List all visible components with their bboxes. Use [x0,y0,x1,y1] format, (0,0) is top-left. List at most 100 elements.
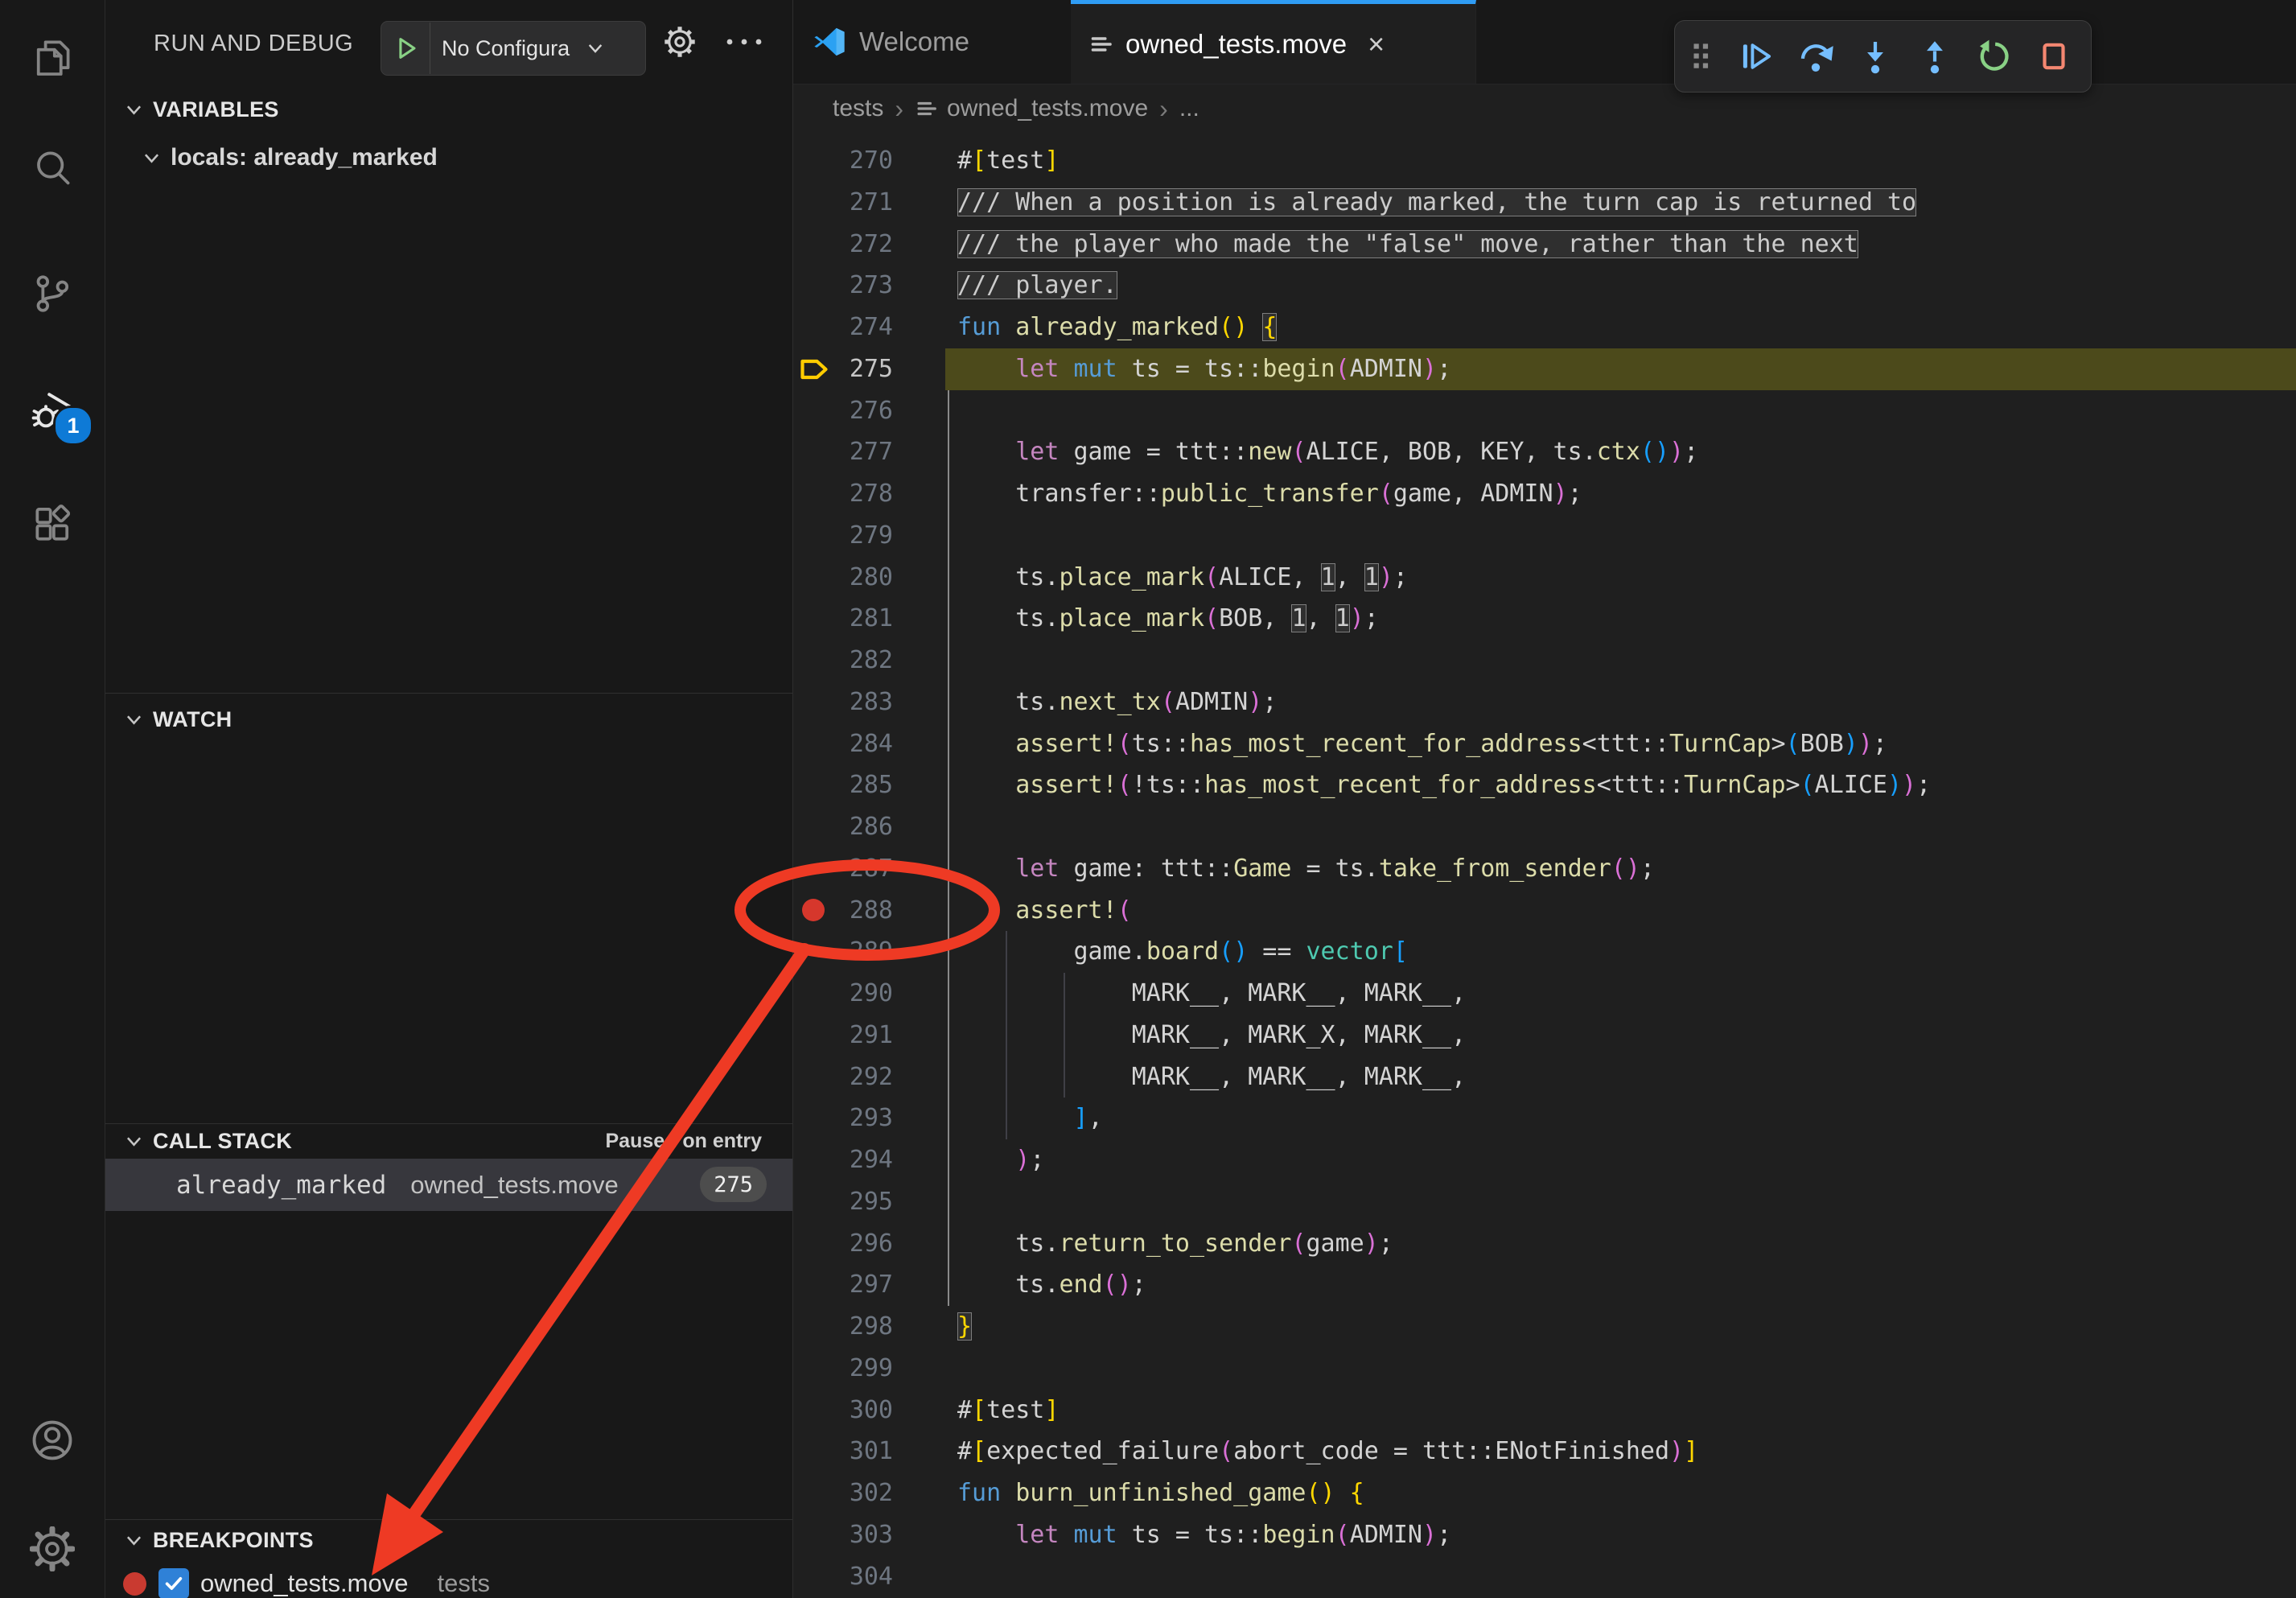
code-text[interactable]: /// When a position is already marked, t… [945,182,2296,224]
line-number[interactable]: 271 [850,182,893,224]
section-watch[interactable]: WATCH [105,698,792,740]
gutter[interactable]: 273 [793,265,945,307]
breadcrumb-file[interactable]: owned_tests.move [947,95,1148,122]
gutter[interactable]: 299 [793,1348,945,1390]
settings-gear-icon[interactable] [0,1501,105,1597]
line-number[interactable]: 296 [850,1223,893,1265]
gutter[interactable]: 278 [793,473,945,515]
gutter[interactable]: 291 [793,1015,945,1056]
line-number[interactable]: 295 [850,1181,893,1223]
start-debug-icon[interactable] [393,35,420,62]
code-text[interactable] [945,1348,2296,1390]
code-text[interactable]: assert!( [945,890,2296,932]
breakpoint-row[interactable]: owned_tests.move tests 288 [105,1559,792,1598]
line-number[interactable]: 283 [850,682,893,723]
section-call-stack[interactable]: CALL STACK Paused on entry [105,1124,792,1159]
code-text[interactable]: #[test] [945,140,2296,182]
code-text[interactable]: ts.next_tx(ADMIN); [945,682,2296,723]
line-number[interactable]: 299 [850,1348,893,1390]
variables-scope-row[interactable]: locals: already_marked [105,135,828,180]
code-text[interactable]: fun already_marked() { [945,307,2296,348]
step-out-button[interactable] [1905,21,1965,92]
code-text[interactable]: assert!(!ts::has_most_recent_for_address… [945,764,2296,806]
gutter[interactable]: 300 [793,1390,945,1431]
gutter[interactable]: 302 [793,1472,945,1514]
line-number[interactable]: 303 [850,1514,893,1556]
gutter[interactable]: 289 [793,931,945,973]
code-text[interactable]: } [945,1306,2296,1348]
stop-button[interactable] [2024,21,2084,92]
code-text[interactable] [945,1181,2296,1223]
line-number[interactable]: 292 [850,1056,893,1098]
line-number[interactable]: 294 [850,1139,893,1181]
gutter[interactable]: 270 [793,140,945,182]
gutter[interactable]: 281 [793,598,945,640]
line-number[interactable]: 274 [850,307,893,348]
debug-settings-gear-icon[interactable] [662,24,697,60]
launch-config-dropdown[interactable]: No Configura [381,21,646,76]
section-variables[interactable]: VARIABLES [105,89,792,130]
code-text[interactable]: MARK__, MARK_X, MARK__, [945,1015,2296,1056]
tab-owned-tests[interactable]: owned_tests.move × [1071,0,1476,84]
code-text[interactable]: MARK__, MARK__, MARK__, [945,973,2296,1015]
code-text[interactable]: game.board() == vector[ [945,931,2296,973]
line-number[interactable]: 272 [850,224,893,266]
restart-button[interactable] [1965,21,2024,92]
gutter[interactable]: 277 [793,431,945,473]
gutter[interactable]: 287 [793,848,945,890]
gutter[interactable]: 279 [793,515,945,557]
code-text[interactable]: /// player. [945,265,2296,307]
line-number[interactable]: 300 [850,1390,893,1431]
gutter[interactable]: 283 [793,682,945,723]
extensions-icon[interactable] [0,476,105,573]
more-actions-icon[interactable] [723,35,765,48]
code-text[interactable] [945,1556,2296,1598]
gutter[interactable]: 303 [793,1514,945,1556]
gutter[interactable]: 276 [793,390,945,432]
line-number[interactable]: 279 [850,515,893,557]
line-number[interactable]: 280 [850,557,893,599]
gutter[interactable]: 288 [793,890,945,932]
line-number[interactable]: 289 [850,931,893,973]
gutter[interactable]: 271 [793,182,945,224]
code-text[interactable]: #[expected_failure(abort_code = ttt::ENo… [945,1431,2296,1472]
gutter[interactable]: 301 [793,1431,945,1472]
line-number[interactable]: 277 [850,431,893,473]
code-text[interactable] [945,515,2296,557]
gutter[interactable]: 298 [793,1306,945,1348]
code-text[interactable]: ); [945,1139,2296,1181]
line-number[interactable]: 301 [850,1431,893,1472]
search-icon[interactable] [0,120,105,216]
code-text[interactable]: ts.end(); [945,1264,2296,1306]
line-number[interactable]: 275 [850,348,893,390]
line-number[interactable]: 291 [850,1015,893,1056]
code-text[interactable]: transfer::public_transfer(game, ADMIN); [945,473,2296,515]
line-number[interactable]: 304 [850,1556,893,1598]
tab-welcome[interactable]: Welcome [795,0,1072,84]
breadcrumb-symbol[interactable]: ... [1179,95,1199,122]
line-number[interactable]: 286 [850,806,893,848]
continue-button[interactable] [1726,21,1786,92]
gutter[interactable]: 304 [793,1556,945,1598]
gutter[interactable]: 294 [793,1139,945,1181]
line-number[interactable]: 276 [850,390,893,432]
code-text[interactable]: let game = ttt::new(ALICE, BOB, KEY, ts.… [945,431,2296,473]
gutter[interactable]: 285 [793,764,945,806]
code-text[interactable]: /// the player who made the "false" move… [945,224,2296,266]
gutter[interactable]: 280 [793,557,945,599]
line-number[interactable]: 293 [850,1098,893,1139]
code-text[interactable] [945,640,2296,682]
line-number[interactable]: 288 [850,890,893,932]
gutter[interactable]: 296 [793,1223,945,1265]
code-text[interactable]: #[test] [945,1390,2296,1431]
code-text[interactable]: let mut ts = ts::begin(ADMIN); [945,348,2296,390]
line-number[interactable]: 285 [850,764,893,806]
run-and-debug-icon[interactable]: 1 [0,362,105,459]
line-number[interactable]: 298 [850,1306,893,1348]
line-number[interactable]: 290 [850,973,893,1015]
code-text[interactable]: let mut ts = ts::begin(ADMIN); [945,1514,2296,1556]
line-number[interactable]: 287 [850,848,893,890]
gutter[interactable]: 272 [793,224,945,266]
code-text[interactable]: fun burn_unfinished_game() { [945,1472,2296,1514]
gutter[interactable]: 274 [793,307,945,348]
